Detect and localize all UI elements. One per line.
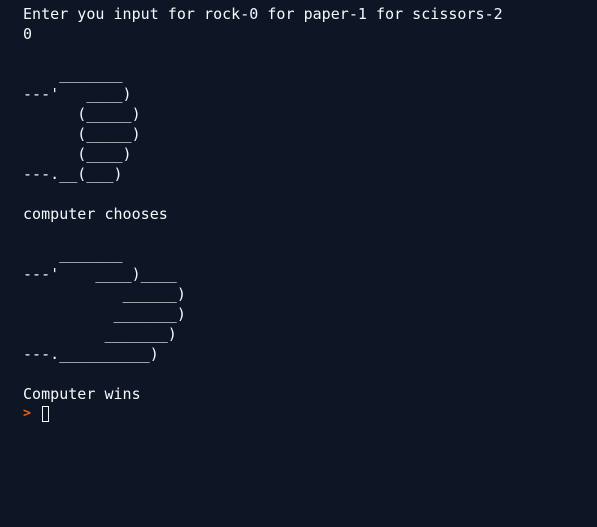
ascii-rock-line-4: (_____) xyxy=(23,125,141,143)
ascii-rock-line-5: (____) xyxy=(23,145,132,163)
ascii-rock-line-3: (_____) xyxy=(23,105,141,123)
ascii-rock-line-6: ---.__(___) xyxy=(23,165,123,183)
ascii-rock-line-1: _______ xyxy=(23,65,123,83)
ascii-paper-line-5: _______) xyxy=(23,325,177,343)
user-input-echo: 0 xyxy=(23,25,33,43)
ascii-paper-line-2: ---' ____)____ xyxy=(23,265,177,283)
ascii-paper-line-1: _______ xyxy=(23,245,123,263)
text-cursor[interactable] xyxy=(42,406,49,422)
ascii-rock-line-2: ---' ____) xyxy=(23,85,132,103)
prompt-arrow-icon: > xyxy=(23,406,31,421)
input-prompt-text: Enter you input for rock-0 for paper-1 f… xyxy=(23,5,503,23)
ascii-paper-line-4: _______) xyxy=(23,305,186,323)
result-text: Computer wins xyxy=(23,385,141,403)
computer-chooses-text: computer chooses xyxy=(23,205,168,223)
input-prompt[interactable]: > xyxy=(23,404,593,424)
ascii-paper-line-3: ______) xyxy=(23,285,186,303)
console-output: Enter you input for rock-0 for paper-1 f… xyxy=(23,4,593,424)
ascii-paper-line-6: ---.__________) xyxy=(23,345,159,363)
